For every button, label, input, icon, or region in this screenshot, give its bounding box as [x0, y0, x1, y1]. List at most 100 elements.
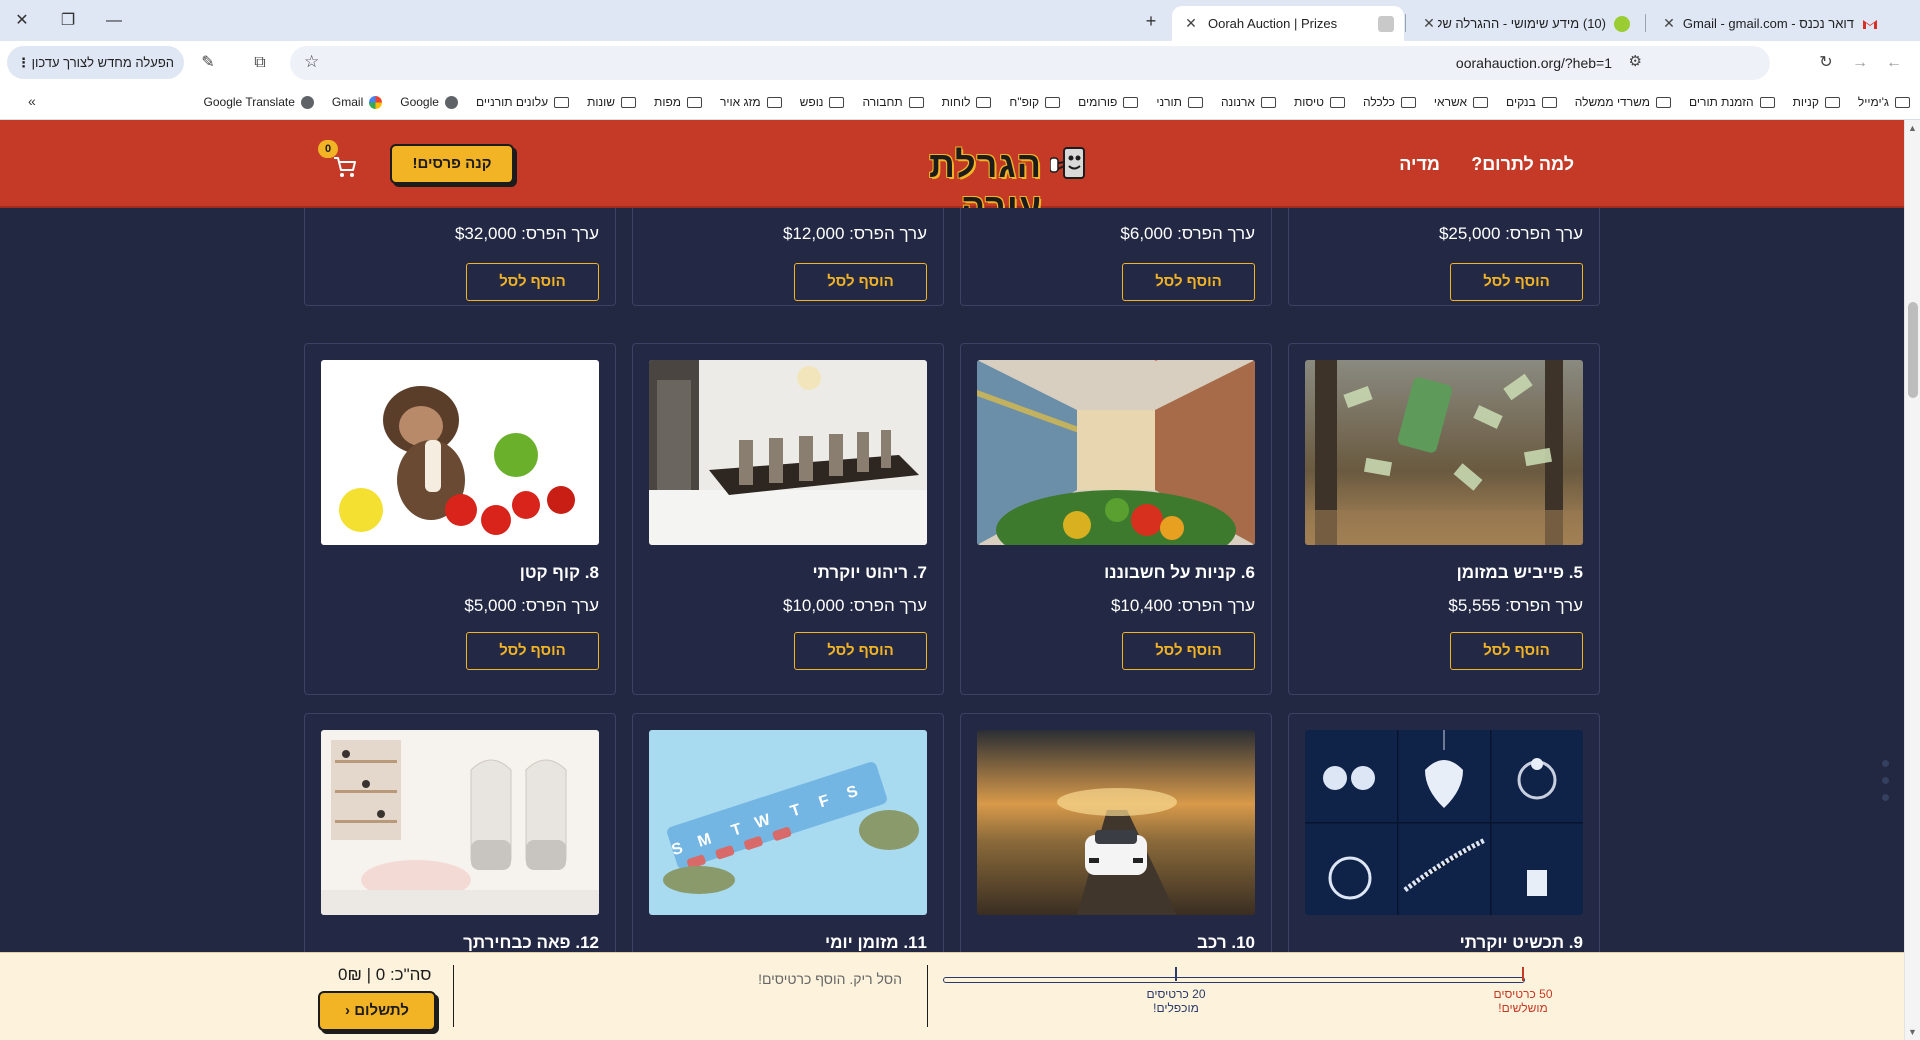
bookmark-folder[interactable]: בנקים	[1506, 95, 1557, 109]
prize-image-cash[interactable]	[1305, 360, 1583, 545]
folder-icon	[1045, 96, 1061, 108]
prizes-grid: ערך הפרס: $25,000 הוסף לסל ערך הפרס: $6,…	[0, 208, 1904, 952]
prize-name: 12. פאה כבחירתך	[463, 933, 599, 952]
address-bar[interactable]: ☆ oorahauction.org/?heb=1 ⚙	[290, 46, 1770, 80]
prize-image-furniture[interactable]	[649, 360, 927, 545]
bookmark-folder[interactable]: תורני	[1156, 95, 1203, 109]
add-to-cart-button[interactable]: הוסף לסל	[794, 632, 927, 670]
window-minimize-icon[interactable]: —	[96, 8, 132, 34]
page-scrollbar[interactable]: ▲ ▼	[1904, 120, 1920, 1040]
nav-link-media[interactable]: מדיה	[1399, 154, 1440, 175]
folder-icon	[1123, 96, 1139, 108]
globe-icon	[300, 95, 314, 109]
checkout-label: לתשלום	[354, 1002, 409, 1019]
bookmark-folder[interactable]: כלכלה	[1363, 95, 1416, 109]
bookmark-folder[interactable]: תחבורה	[862, 95, 924, 109]
prize-name: 5. פייביש במזומן	[1456, 563, 1583, 582]
bookmark-folder[interactable]: עלונים תורניים	[476, 95, 570, 109]
prize-image-jewelry[interactable]	[1305, 730, 1583, 915]
add-to-cart-button[interactable]: הוסף לסל	[466, 263, 599, 301]
prize-card: 9. תכשיט יוקרתי	[1288, 713, 1600, 952]
site-settings-icon[interactable]: ⚙	[1629, 52, 1642, 70]
bookmark-folder[interactable]: מזג אויר	[720, 95, 782, 109]
bookmark-folder[interactable]: קניות	[1793, 95, 1840, 109]
prize-image-salon[interactable]	[321, 730, 599, 915]
forward-icon[interactable]: →	[1848, 51, 1872, 75]
prize-image-groceries[interactable]	[977, 360, 1255, 545]
bookmark-folder[interactable]: שונות	[587, 95, 637, 109]
cart-button[interactable]: 0	[318, 140, 358, 180]
bookmark-folder[interactable]: פורומים	[1078, 95, 1139, 109]
prize-card: 8. קוף קטן ערך הפרס: $5,000 הוסף לסל	[304, 343, 616, 695]
prize-card: ערך הפרס: $25,000 הוסף לסל	[1288, 208, 1600, 306]
prize-card: SMTWTFS 11. מזומן יומי	[632, 713, 944, 952]
prize-value: ערך הפרס: $10,400	[1110, 596, 1255, 615]
milestone-50-label: 50 כרטיסים מושלשים!	[1493, 987, 1553, 1015]
edit-pen-icon[interactable]: ✎	[196, 51, 220, 75]
bookmark-folder[interactable]: ג'ימייל	[1858, 95, 1910, 109]
bookmark-star-icon[interactable]: ☆	[304, 52, 319, 72]
folder-icon	[976, 96, 992, 108]
add-to-cart-button[interactable]: הוסף לסל	[1122, 263, 1255, 301]
bookmarks-bar: ג'ימייל קניות הזמנת תורים משרדי ממשלה בנ…	[0, 85, 1920, 120]
extensions-icon[interactable]: ⧉	[248, 51, 272, 75]
tab-close-icon[interactable]: ✕	[1182, 15, 1200, 32]
bookmark-google-translate[interactable]: Google Translate	[204, 95, 314, 109]
cart-total: סה"כ: 0 | 0₪	[338, 965, 432, 984]
add-to-cart-button[interactable]: הוסף לסל	[1450, 263, 1583, 301]
nav-link-why-donate[interactable]: למה לתרום?	[1471, 154, 1574, 175]
gmail-icon	[1862, 16, 1878, 32]
tab-useful-info[interactable]: ✕ (10) מידע שימושי - ההגרלה של	[1410, 6, 1640, 41]
scrollbar-thumb[interactable]	[1908, 302, 1918, 398]
bookmark-folder[interactable]: טיסות	[1294, 95, 1345, 109]
tab-gmail[interactable]: ✕ דואר נכנס - Gmail - gmail.com	[1650, 6, 1888, 41]
tab-close-icon[interactable]: ✕	[1420, 15, 1438, 32]
add-to-cart-button[interactable]: הוסף לסל	[794, 263, 927, 301]
url-text: oorahauction.org/?heb=1	[1455, 55, 1612, 71]
mascot-icon	[1050, 147, 1085, 179]
bookmark-folder[interactable]: אשראי	[1434, 95, 1489, 109]
bookmark-gmail[interactable]: Gmail	[332, 95, 383, 109]
prize-card: ערך הפרס: $32,000 הוסף לסל	[304, 208, 616, 306]
prize-value: ערך הפרס: $6,000	[1120, 224, 1255, 243]
new-tab-button[interactable]: +	[1140, 10, 1162, 32]
prize-name: 8. קוף קטן	[519, 563, 599, 582]
scroll-down-icon[interactable]: ▼	[1908, 1027, 1917, 1037]
divider	[927, 965, 928, 1027]
add-to-cart-button[interactable]: הוסף לסל	[466, 632, 599, 670]
add-to-cart-button[interactable]: הוסף לסל	[1450, 632, 1583, 670]
prize-image-monkey[interactable]	[321, 360, 599, 545]
bookmark-google[interactable]: Google	[400, 95, 458, 109]
prize-image-daily-cash[interactable]: SMTWTFS	[649, 730, 927, 915]
bookmark-folder[interactable]: משרדי ממשלה	[1575, 95, 1672, 109]
tab-oorah-auction[interactable]: ✕ Oorah Auction | Prizes	[1172, 6, 1404, 41]
prize-value: ערך הפרס: $5,000	[464, 596, 599, 615]
bookmark-folder[interactable]: לוחות	[942, 95, 992, 109]
bookmark-folder[interactable]: קופ"ח	[1009, 95, 1061, 109]
shopping-cart-icon	[334, 157, 356, 177]
tab-close-icon[interactable]: ✕	[1660, 15, 1678, 32]
add-to-cart-button[interactable]: הוסף לסל	[1122, 632, 1255, 670]
folder-icon	[1656, 96, 1672, 108]
site-logo[interactable]: הגרלת עורה	[842, 140, 1092, 227]
buy-prizes-button[interactable]: קנה פרסים!	[390, 144, 514, 184]
prize-card: 5. פייביש במזומן ערך הפרס: $5,555 הוסף ל…	[1288, 343, 1600, 695]
bookmark-folder[interactable]: מפות	[654, 95, 703, 109]
window-close-icon[interactable]: ✕	[4, 8, 40, 34]
tab-title: Oorah Auction | Prizes	[1208, 16, 1338, 31]
bookmark-folder[interactable]: הזמנת תורים	[1689, 95, 1775, 109]
bookmark-folder[interactable]: נופש	[800, 95, 845, 109]
window-restore-icon[interactable]: ❐	[50, 8, 86, 34]
relaunch-update-button[interactable]: הפעלה מחדש לצורך עדכון ⋮	[7, 46, 184, 79]
bookmark-folder[interactable]: ארנונה	[1221, 95, 1276, 109]
checkout-button[interactable]: לתשלום ‹	[318, 991, 436, 1031]
reload-icon[interactable]: ↻	[1814, 51, 1838, 75]
prize-name: 6. קניות על חשבוננו	[1104, 563, 1255, 582]
prize-image-car[interactable]	[977, 730, 1255, 915]
prize-name: 9. תכשיט יוקרתי	[1459, 933, 1583, 952]
more-bookmarks-icon[interactable]: »	[28, 93, 36, 109]
divider	[453, 965, 454, 1027]
scroll-up-icon[interactable]: ▲	[1908, 123, 1917, 133]
back-icon[interactable]: ←	[1882, 51, 1906, 75]
prize-value: ערך הפרס: $12,000	[782, 224, 927, 243]
